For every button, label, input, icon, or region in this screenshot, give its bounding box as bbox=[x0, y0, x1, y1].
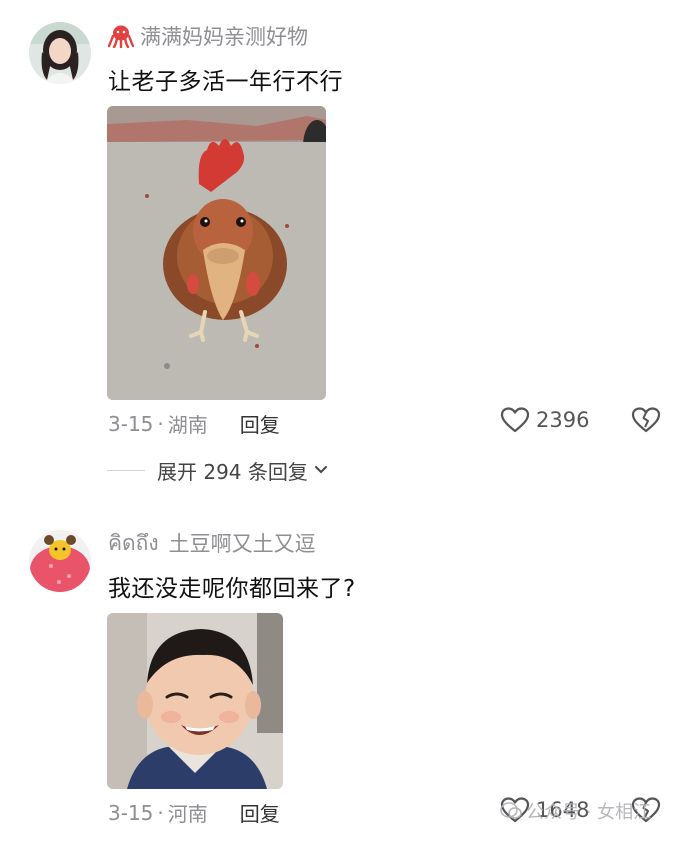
like-count: 2396 bbox=[536, 408, 590, 432]
broken-heart-icon bbox=[631, 407, 661, 433]
comment-location: 河南 bbox=[167, 802, 208, 826]
author-name[interactable]: 满满妈妈亲测好物 bbox=[140, 21, 308, 51]
comment-meta: 3-15 · 河南 回复 bbox=[108, 798, 280, 827]
meta-separator: · bbox=[157, 411, 164, 436]
comment-thread: 满满妈妈亲测好物 让老子多活一年行不行 3-15 · 湖南 回复 2396 展开… bbox=[0, 0, 690, 843]
chevron-down-icon bbox=[314, 465, 328, 475]
reply-button[interactable]: 回复 bbox=[240, 798, 280, 827]
comment-date: 3-15 bbox=[108, 800, 154, 825]
author-prefix: คิดถึง bbox=[108, 530, 159, 555]
wechat-icon bbox=[500, 801, 522, 821]
author-name[interactable]: 土豆啊又土又逗 bbox=[169, 528, 316, 558]
comment-image-child[interactable] bbox=[107, 613, 283, 789]
comment-image-rooster[interactable] bbox=[107, 106, 326, 400]
avatar[interactable] bbox=[29, 22, 91, 84]
comment-date: 3-15 bbox=[108, 411, 154, 436]
meta-separator: · bbox=[157, 800, 164, 825]
comment-location: 湖南 bbox=[167, 413, 208, 437]
comment-text: 让老子多活一年行不行 bbox=[108, 69, 343, 95]
heart-outline-icon bbox=[500, 407, 530, 433]
author-row: คิดถึง 土豆啊又土又逗 bbox=[108, 528, 316, 558]
dislike-button[interactable] bbox=[631, 406, 661, 438]
octopus-icon bbox=[108, 24, 134, 48]
comment-meta: 3-15 · 湖南 回复 bbox=[108, 409, 280, 438]
comment-text: 我还没走呢你都回来了? bbox=[108, 576, 356, 602]
reply-button[interactable]: 回复 bbox=[240, 409, 280, 438]
watermark: 公众号 · 女相江 bbox=[500, 798, 651, 824]
author-row: 满满妈妈亲测好物 bbox=[108, 21, 308, 51]
avatar[interactable] bbox=[29, 530, 91, 592]
divider-line bbox=[107, 469, 145, 471]
expand-replies-button[interactable]: 展开 294 条回复 bbox=[107, 456, 328, 484]
expand-replies-label: 展开 294 条回复 bbox=[157, 459, 308, 484]
watermark-text: 公众号 · 女相江 bbox=[526, 802, 652, 823]
like-button[interactable]: 2396 bbox=[500, 406, 589, 434]
